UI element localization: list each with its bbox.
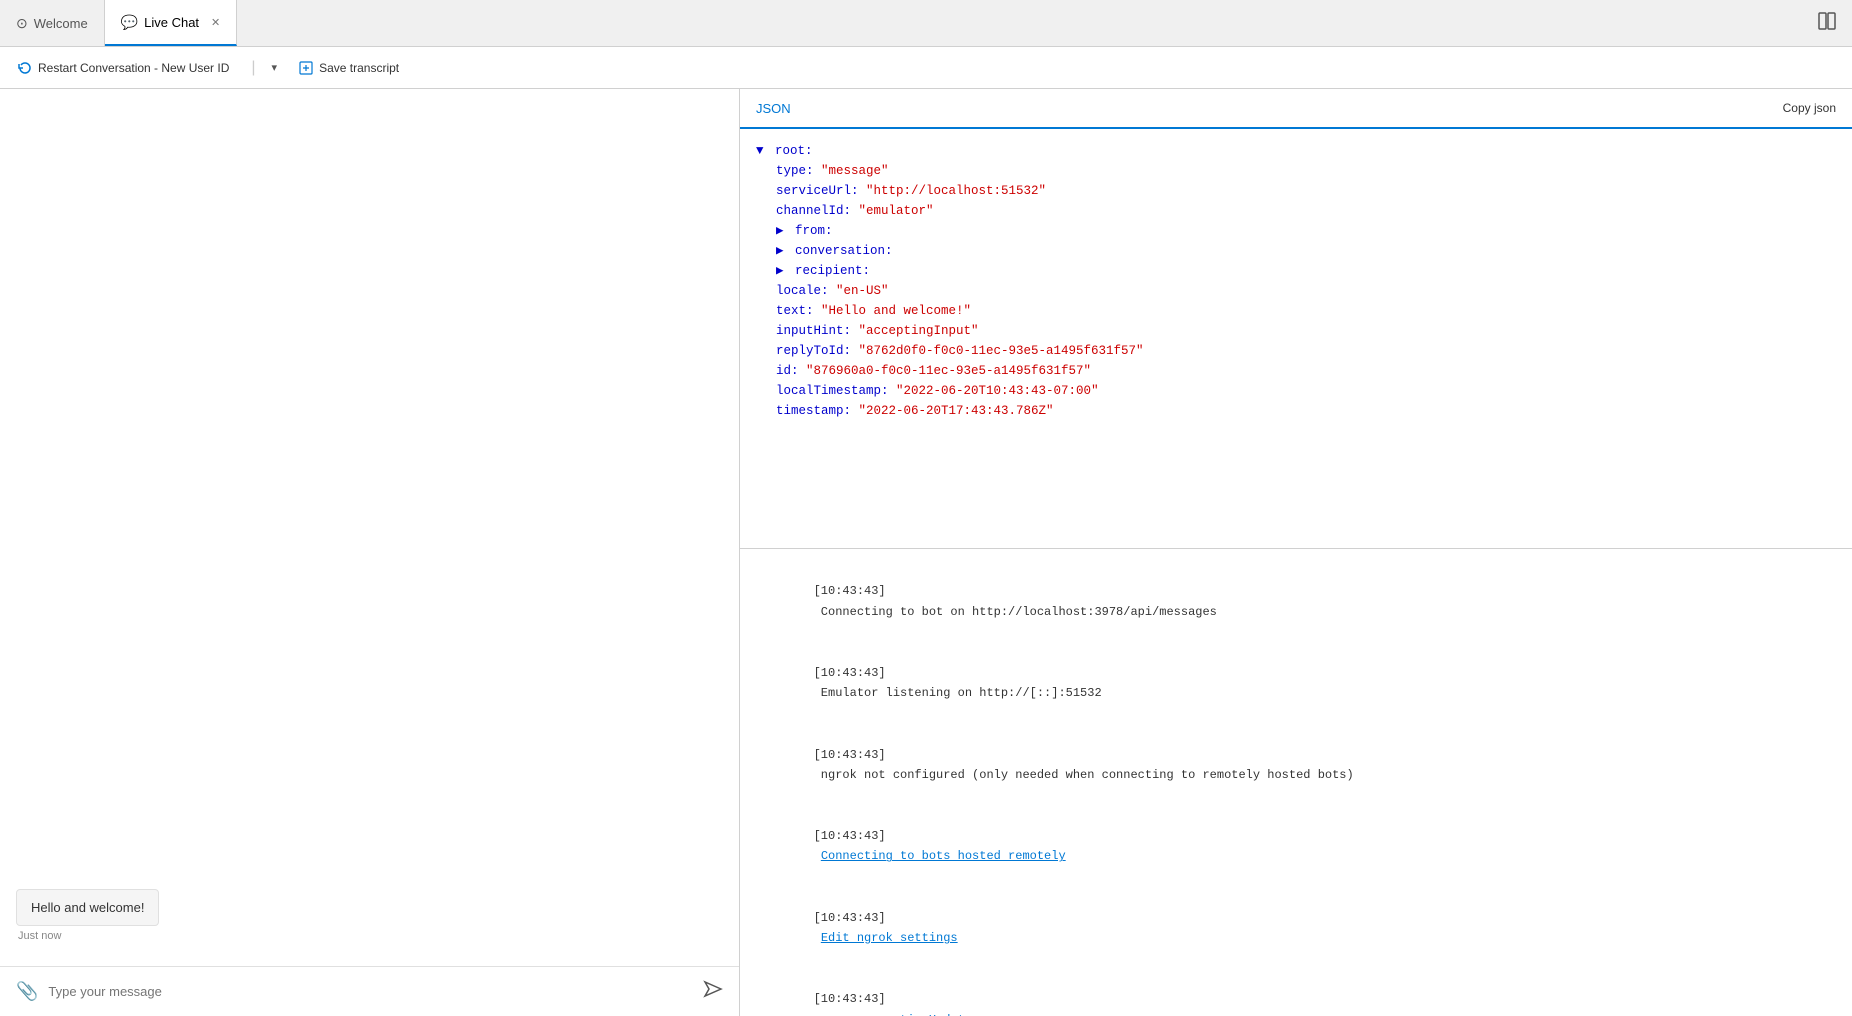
- right-panel: JSON Copy json ▼ root: type: "message" s…: [740, 89, 1852, 1016]
- send-icon[interactable]: [703, 979, 723, 1004]
- json-localtimestamp: localTimestamp: "2022-06-20T10:43:43-07:…: [756, 381, 1836, 401]
- json-recipient: ▶ recipient:: [756, 261, 1836, 281]
- toolbar-separator: |: [251, 59, 255, 77]
- json-id: id: "876960a0-f0c0-11ec-93e5-a1495f631f5…: [756, 361, 1836, 381]
- conversation-expand[interactable]: ▶: [776, 244, 784, 258]
- json-type: type: "message": [756, 161, 1836, 181]
- json-timestamp: timestamp: "2022-06-20T17:43:43.786Z": [756, 401, 1836, 421]
- attach-icon[interactable]: 📎: [16, 981, 38, 1002]
- json-content: ▼ root: type: "message" serviceUrl: "htt…: [740, 129, 1852, 548]
- restart-icon: [18, 61, 32, 75]
- json-text: text: "Hello and welcome!": [756, 301, 1836, 321]
- recipient-expand[interactable]: ▶: [776, 264, 784, 278]
- json-panel: JSON Copy json ▼ root: type: "message" s…: [740, 89, 1852, 549]
- json-inputhint: inputHint: "acceptingInput": [756, 321, 1836, 341]
- json-root: ▼ root:: [756, 141, 1836, 161]
- chat-panel: Hello and welcome! Just now 📎: [0, 89, 740, 1016]
- main-content: Hello and welcome! Just now 📎 JSON Copy …: [0, 89, 1852, 1016]
- dropdown-arrow[interactable]: ▾: [272, 61, 278, 74]
- message-container: Hello and welcome! Just now: [16, 889, 723, 942]
- save-label: Save transcript: [319, 61, 399, 75]
- message-time: Just now: [16, 930, 61, 942]
- log-link-conversation-update[interactable]: conversationUpdate: [842, 1013, 972, 1016]
- log-entry-2: [10:43:43] Emulator listening on http://…: [756, 643, 1836, 725]
- message-text: Hello and welcome!: [31, 900, 144, 915]
- tab-close-icon[interactable]: ✕: [211, 16, 220, 29]
- log-entry-6: [10:43:43] -> conversationUpdate: [756, 969, 1836, 1016]
- tab-welcome[interactable]: ⊙ Welcome: [0, 0, 105, 46]
- save-transcript-button[interactable]: Save transcript: [293, 57, 405, 79]
- log-link-remote[interactable]: Connecting to bots hosted remotely: [821, 849, 1066, 863]
- root-expand[interactable]: ▼: [756, 144, 764, 158]
- log-entry-3: [10:43:43] ngrok not configured (only ne…: [756, 724, 1836, 806]
- from-expand[interactable]: ▶: [776, 224, 784, 238]
- welcome-icon: ⊙: [16, 15, 28, 32]
- save-icon: [299, 61, 313, 75]
- message-bubble: Hello and welcome!: [16, 889, 159, 926]
- tab-live-chat[interactable]: 💬 Live Chat ✕: [105, 0, 238, 46]
- toolbar: Restart Conversation - New User ID | ▾ S…: [0, 47, 1852, 89]
- chat-icon: 💬: [121, 14, 138, 31]
- chat-input-area: 📎: [0, 966, 739, 1016]
- json-conversation: ▶ conversation:: [756, 241, 1836, 261]
- log-panel: [10:43:43] Connecting to bot on http://l…: [740, 549, 1852, 1016]
- json-tab-label: JSON: [756, 101, 791, 116]
- copy-json-button[interactable]: Copy json: [1783, 101, 1836, 115]
- tab-bar: ⊙ Welcome 💬 Live Chat ✕: [0, 0, 1852, 47]
- log-link-ngrok[interactable]: Edit ngrok settings: [821, 931, 958, 945]
- json-header: JSON Copy json: [740, 89, 1852, 129]
- log-entry-5: [10:43:43] Edit ngrok settings: [756, 887, 1836, 969]
- log-entry-1: [10:43:43] Connecting to bot on http://l…: [756, 561, 1836, 643]
- chat-input[interactable]: [48, 984, 693, 999]
- json-from: ▶ from:: [756, 221, 1836, 241]
- tab-live-chat-label: Live Chat: [144, 15, 199, 30]
- json-channelid: channelId: "emulator": [756, 201, 1836, 221]
- tab-welcome-label: Welcome: [34, 16, 88, 31]
- log-entry-4: [10:43:43] Connecting to bots hosted rem…: [756, 806, 1836, 888]
- restart-label: Restart Conversation - New User ID: [38, 61, 229, 75]
- split-view-icon[interactable]: [1802, 12, 1852, 35]
- json-locale: locale: "en-US": [756, 281, 1836, 301]
- json-serviceurl: serviceUrl: "http://localhost:51532": [756, 181, 1836, 201]
- chat-messages: Hello and welcome! Just now: [0, 89, 739, 966]
- restart-conversation-button[interactable]: Restart Conversation - New User ID: [12, 57, 235, 79]
- json-replytoid: replyToId: "8762d0f0-f0c0-11ec-93e5-a149…: [756, 341, 1836, 361]
